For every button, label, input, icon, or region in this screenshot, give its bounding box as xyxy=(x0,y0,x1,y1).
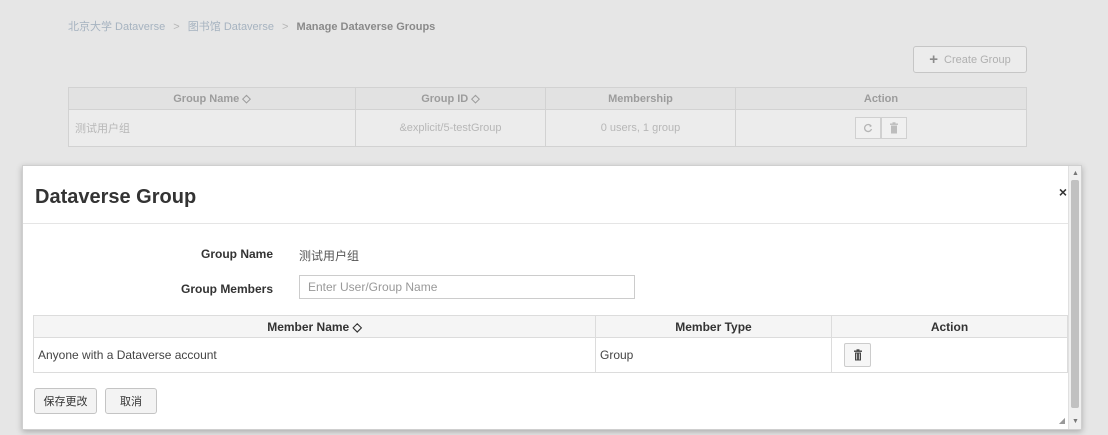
background-page: 北京大学 Dataverse > 图书馆 Dataverse > Manage … xyxy=(0,0,1108,170)
column-header-member-name[interactable]: Member Name ◇ xyxy=(33,315,596,338)
group-name-value: 测试用户组 xyxy=(299,249,360,263)
member-type-cell: Group xyxy=(595,337,832,373)
dataverse-group-dialog: Dataverse Group × Group Name 测试用户组 Group… xyxy=(22,165,1082,430)
group-id-cell: &explicit/5-testGroup xyxy=(355,109,546,147)
action-cell xyxy=(735,109,1027,147)
edit-group-button[interactable] xyxy=(855,117,881,139)
table-row: Anyone with a Dataverse account Group xyxy=(33,337,1068,373)
create-group-button[interactable]: + Create Group xyxy=(913,46,1027,73)
column-header-member-action: Action xyxy=(831,315,1068,338)
column-header-group-id[interactable]: Group ID ◇ xyxy=(355,87,546,110)
breadcrumb: 北京大学 Dataverse > 图书馆 Dataverse > Manage … xyxy=(68,18,435,34)
membership-cell: 0 users, 1 group xyxy=(545,109,736,147)
breadcrumb-current: Manage Dataverse Groups xyxy=(296,21,436,33)
edit-icon xyxy=(864,123,873,133)
group-name-cell: 测试用户组 xyxy=(68,109,356,147)
breadcrumb-link-library[interactable]: 图书馆 Dataverse xyxy=(188,21,274,33)
group-name-label: Group Name xyxy=(200,247,273,261)
trash-icon xyxy=(853,349,862,361)
breadcrumb-separator: > xyxy=(173,21,180,33)
column-header-action: Action xyxy=(735,87,1027,110)
dialog-divider xyxy=(23,223,1081,224)
trash-icon xyxy=(890,122,898,134)
column-header-group-name[interactable]: Group Name ◇ xyxy=(68,87,356,110)
scroll-down-icon[interactable]: ▼ xyxy=(1072,418,1079,425)
save-changes-button[interactable]: 保存更改 xyxy=(34,388,97,414)
scroll-up-icon[interactable]: ▲ xyxy=(1072,170,1079,177)
resize-grip-icon[interactable]: ◢ xyxy=(1059,416,1065,425)
dialog-title: Dataverse Group xyxy=(35,186,197,208)
dialog-scrollbar[interactable]: ▲ ▼ xyxy=(1068,166,1081,429)
plus-icon: + xyxy=(929,51,939,68)
cancel-button[interactable]: 取消 xyxy=(105,388,157,414)
table-row: 测试用户组 &explicit/5-testGroup 0 users, 1 g… xyxy=(68,109,1027,147)
delete-group-button[interactable] xyxy=(881,117,907,139)
group-members-input[interactable] xyxy=(299,275,635,299)
create-group-label: Create Group xyxy=(944,53,1011,66)
remove-member-button[interactable] xyxy=(844,343,871,367)
member-name-cell: Anyone with a Dataverse account xyxy=(33,337,596,373)
column-header-member-type: Member Type xyxy=(595,315,832,338)
group-members-label: Group Members xyxy=(180,282,273,296)
breadcrumb-link-root[interactable]: 北京大学 Dataverse xyxy=(68,21,165,33)
groups-table: Group Name ◇ Group ID ◇ Membership Actio… xyxy=(68,87,1027,147)
column-header-membership: Membership xyxy=(545,87,736,110)
scroll-thumb[interactable] xyxy=(1071,180,1079,408)
breadcrumb-separator: > xyxy=(282,21,289,33)
close-icon[interactable]: × xyxy=(1059,184,1067,200)
members-table: Member Name ◇ Member Type Action Anyone … xyxy=(33,315,1068,373)
member-action-cell xyxy=(831,337,1068,373)
